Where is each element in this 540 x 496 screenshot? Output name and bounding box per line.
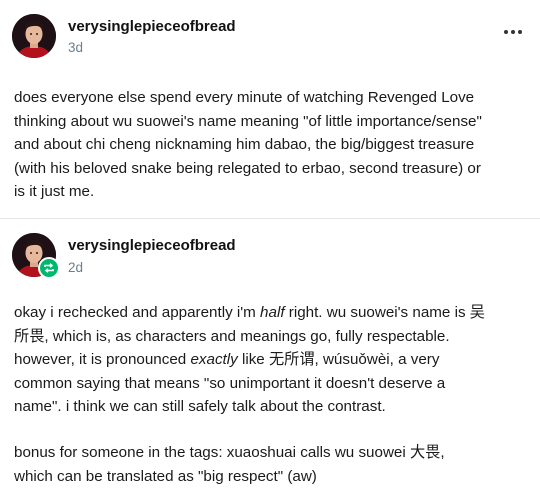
post-text-line: name". i think we can still safely talk … (14, 398, 386, 415)
post-body-paragraph-2: bonus for someone in the tags: xuaoshuai… (14, 441, 530, 488)
post-body: does everyone else spend every minute of… (14, 86, 530, 204)
post-text-line: however, it is pronounced exactly like 无… (14, 351, 440, 368)
reblog-icon (38, 257, 60, 279)
post-timestamp[interactable]: 2d (68, 260, 83, 275)
post-text-line: which can be translated as "big respect"… (14, 467, 317, 485)
post-username[interactable]: verysinglepieceofbread (68, 18, 236, 35)
post-username[interactable]: verysinglepieceofbread (68, 237, 236, 254)
more-options-icon[interactable] (504, 30, 522, 34)
post-text-line: thinking about wu suowei's name meaning … (14, 112, 482, 130)
post-text-line: okay i rechecked and apparently i'm half… (14, 304, 485, 321)
post-text-line: (with his beloved snake being relegated … (14, 159, 481, 177)
post-timestamp[interactable]: 3d (68, 40, 83, 55)
avatar[interactable] (12, 14, 56, 58)
post-text-line: is it just me. (14, 183, 95, 200)
post-text-line: 所畏, which is, as characters and meanings… (14, 327, 450, 345)
post-text-line: and about chi cheng nicknaming him dabao… (14, 136, 475, 153)
post-text-line: common saying that means "so unimportant… (14, 374, 446, 392)
post-reblog: verysinglepieceofbread 2d okay i recheck… (0, 219, 540, 496)
post-text-line: does everyone else spend every minute of… (14, 89, 475, 106)
post-body-paragraph-1: okay i rechecked and apparently i'm half… (14, 301, 530, 419)
post-original: verysinglepieceofbread 3d does everyone … (0, 0, 540, 218)
post-text-line: bonus for someone in the tags: xuaoshuai… (14, 444, 445, 461)
